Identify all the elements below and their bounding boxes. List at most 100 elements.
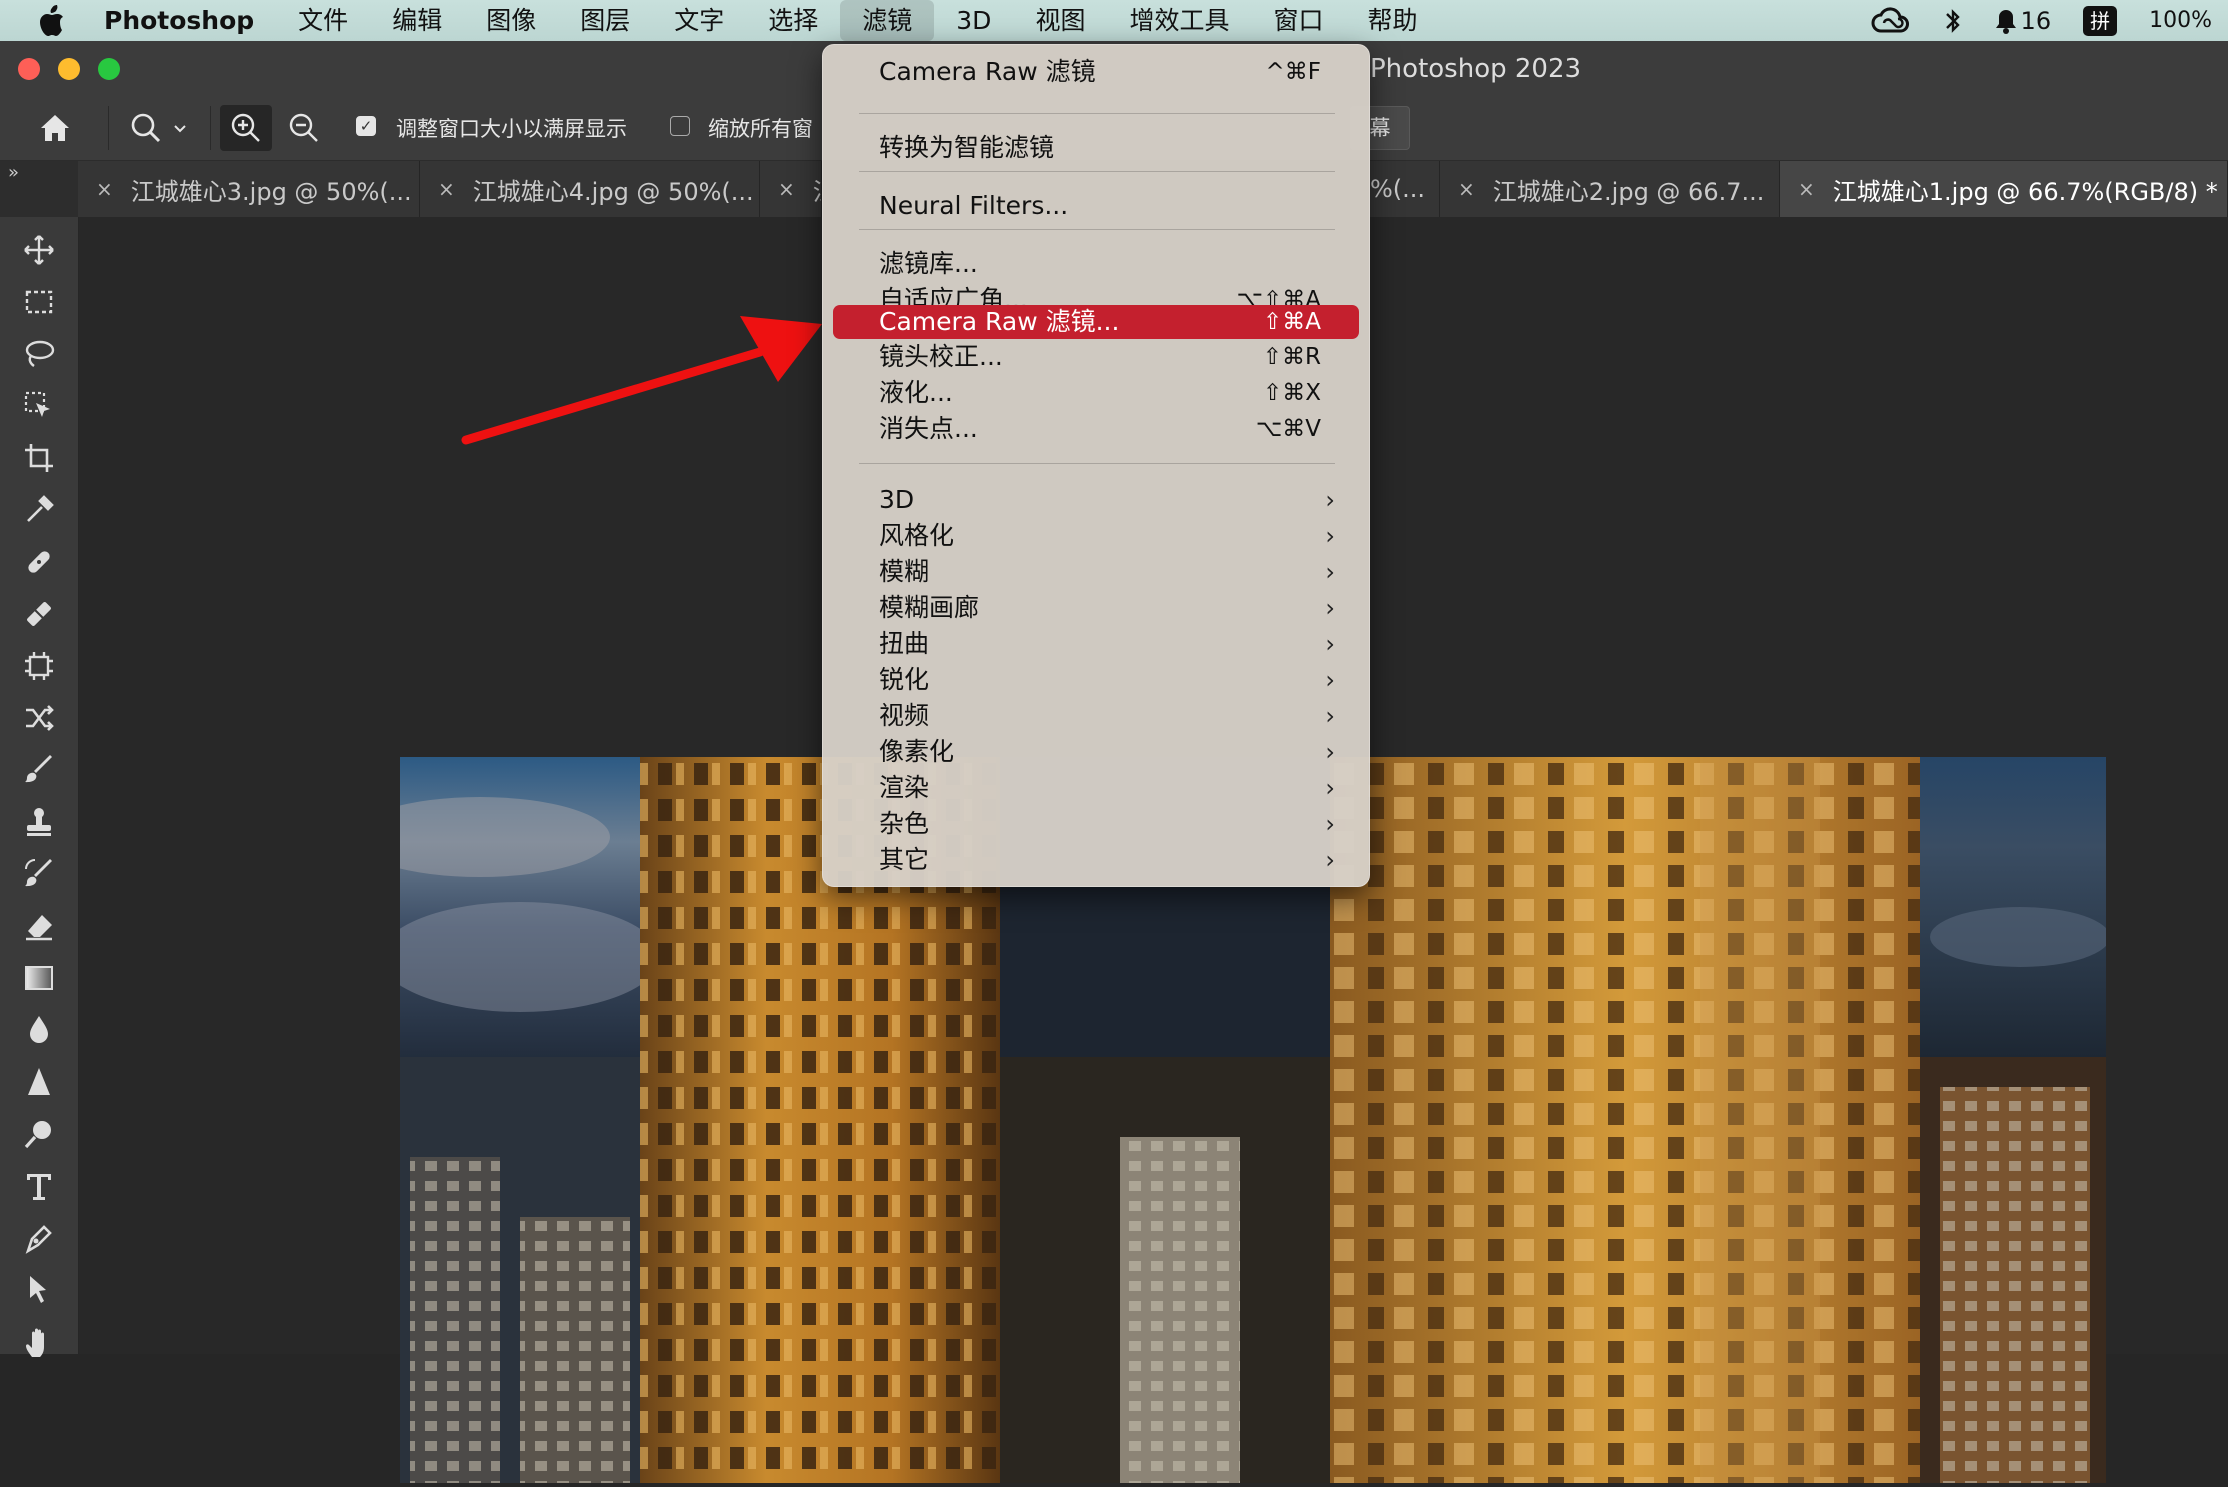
eraser-icon (26, 915, 52, 941)
submenu-stylize[interactable]: 风格化 › (833, 519, 1359, 553)
patch-tool[interactable] (17, 592, 61, 636)
object-selection-tool[interactable] (17, 384, 61, 428)
tab-document-1-active[interactable]: × 江城雄心1.jpg @ 66.7%(RGB/8) * (1780, 161, 2228, 217)
menu-item-label: 3D (879, 485, 915, 514)
sharpen-tool[interactable] (17, 1060, 61, 1104)
chevron-right-icon: › (1325, 702, 1335, 730)
submenu-render[interactable]: 渲染 › (833, 771, 1359, 805)
menu-layer[interactable]: 图层 (558, 0, 652, 41)
tab-close-icon[interactable]: × (96, 177, 113, 201)
zoom-tool-preset-picker[interactable] (118, 105, 198, 151)
arrow-pointer-icon (30, 1276, 46, 1303)
tab-document-4[interactable]: × 江城雄心4.jpg @ 50%(... (420, 161, 760, 217)
tab-document-3[interactable]: × 江城雄心3.jpg @ 50%(... (78, 161, 420, 217)
tab-close-icon[interactable]: × (438, 177, 455, 201)
patch-icon (27, 602, 51, 626)
zoom-all-windows-label: 缩放所有窗 (708, 117, 813, 141)
menu-item-label: Neural Filters... (879, 191, 1069, 220)
eraser-tool[interactable] (17, 904, 61, 948)
menu-image[interactable]: 图像 (464, 0, 558, 41)
dodge-tool[interactable] (17, 1112, 61, 1156)
submenu-distort[interactable]: 扭曲 › (833, 627, 1359, 661)
app-menu-photoshop[interactable]: Photoshop (104, 0, 276, 41)
zoom-window-button[interactable] (98, 58, 120, 80)
lasso-tool[interactable] (17, 332, 61, 376)
pen-icon (25, 1225, 52, 1254)
menu-item-convert-smart-filter[interactable]: 转换为智能滤镜 (833, 131, 1359, 165)
zoom-out-icon (289, 113, 318, 142)
tab-document-2[interactable]: × 江城雄心2.jpg @ 66.7... (1440, 161, 1780, 217)
chevron-down-icon (174, 125, 186, 133)
menu-item-vanishing-point[interactable]: 消失点... ⌥⌘V (833, 412, 1359, 446)
collapse-panels-icon[interactable]: » (8, 162, 19, 183)
tab-close-icon[interactable]: × (778, 177, 795, 201)
zoom-all-windows-checkbox[interactable] (670, 116, 690, 136)
menu-item-filter-gallery[interactable]: 滤镜库... (833, 247, 1359, 281)
menu-item-lens-correction[interactable]: 镜头校正... ⇧⌘R (833, 340, 1359, 374)
frame-tool[interactable] (17, 644, 61, 688)
menu-item-last-filter-camera-raw[interactable]: Camera Raw 滤镜 ^⌘F (833, 55, 1359, 89)
pen-tool[interactable] (17, 1216, 61, 1260)
type-tool[interactable] (17, 1164, 61, 1208)
tab-label: 江 (813, 172, 821, 207)
menu-item-label: 滤镜库... (879, 249, 978, 278)
menu-item-neural-filters[interactable]: Neural Filters... (833, 189, 1359, 223)
tab-close-icon[interactable]: × (1458, 177, 1475, 201)
submenu-blur[interactable]: 模糊 › (833, 555, 1359, 589)
zoom-in-button[interactable] (220, 105, 272, 151)
menu-item-label: 像素化 (879, 737, 955, 766)
minimize-window-button[interactable] (58, 58, 80, 80)
menu-type[interactable]: 文字 (652, 0, 746, 41)
menu-item-liquify[interactable]: 液化... ⇧⌘X (833, 376, 1359, 410)
bluetooth-icon[interactable] (1927, 0, 1979, 41)
tab-label: %(... (1370, 175, 1426, 203)
marquee-tool[interactable] (17, 280, 61, 324)
brush-tool[interactable] (17, 748, 61, 792)
tab-document-partial[interactable]: × 江 (760, 161, 822, 217)
tab-close-icon[interactable]: × (1798, 177, 1815, 201)
close-window-button[interactable] (18, 58, 40, 80)
resize-windows-checkbox[interactable]: ✓ (356, 116, 376, 136)
creative-cloud-icon[interactable] (1855, 0, 1927, 41)
submenu-noise[interactable]: 杂色 › (833, 807, 1359, 841)
menu-window[interactable]: 窗口 (1251, 0, 1345, 41)
eyedropper-tool[interactable] (17, 488, 61, 532)
menu-plugins[interactable]: 增效工具 (1107, 0, 1251, 41)
chevron-right-icon: › (1325, 774, 1335, 802)
submenu-other[interactable]: 其它 › (833, 843, 1359, 877)
menu-help[interactable]: 帮助 (1345, 0, 1439, 41)
notification-status[interactable]: 16 (1979, 0, 2068, 41)
apple-icon[interactable] (36, 3, 66, 39)
submenu-video[interactable]: 视频 › (833, 699, 1359, 733)
submenu-pixelate[interactable]: 像素化 › (833, 735, 1359, 769)
submenu-sharpen[interactable]: 锐化 › (833, 663, 1359, 697)
home-button[interactable] (30, 105, 80, 151)
zoom-in-icon (231, 113, 260, 142)
menu-divider (859, 229, 1335, 230)
battery-status[interactable]: 100% (2133, 0, 2228, 41)
hand-tool[interactable] (17, 1320, 61, 1364)
input-method-indicator[interactable]: 拼 (2067, 0, 2133, 41)
menu-item-camera-raw-filter[interactable]: Camera Raw 滤镜... ⇧⌘A (833, 305, 1359, 339)
menu-file[interactable]: 文件 (276, 0, 370, 41)
menu-item-label: 风格化 (879, 521, 955, 550)
zoom-out-button[interactable] (278, 105, 330, 151)
history-brush-tool[interactable] (17, 852, 61, 896)
healing-brush-tool[interactable] (17, 540, 61, 584)
content-aware-move-tool[interactable] (17, 696, 61, 740)
blur-tool[interactable] (17, 1008, 61, 1052)
move-tool[interactable] (17, 228, 61, 272)
stamp-tool[interactable] (17, 800, 61, 844)
path-selection-tool[interactable] (17, 1268, 61, 1312)
submenu-3d[interactable]: 3D › (833, 483, 1359, 517)
tab-document-hidden[interactable]: %(... (1370, 161, 1440, 217)
status-area: 16 拼 100% (1855, 0, 2228, 41)
menu-3d[interactable]: 3D (934, 0, 1013, 41)
menu-edit[interactable]: 编辑 (370, 0, 464, 41)
menu-select[interactable]: 选择 (746, 0, 840, 41)
submenu-blur-gallery[interactable]: 模糊画廊 › (833, 591, 1359, 625)
crop-tool[interactable] (17, 436, 61, 480)
gradient-tool[interactable] (17, 956, 61, 1000)
menu-view[interactable]: 视图 (1013, 0, 1107, 41)
menu-filter[interactable]: 滤镜 (840, 0, 935, 41)
